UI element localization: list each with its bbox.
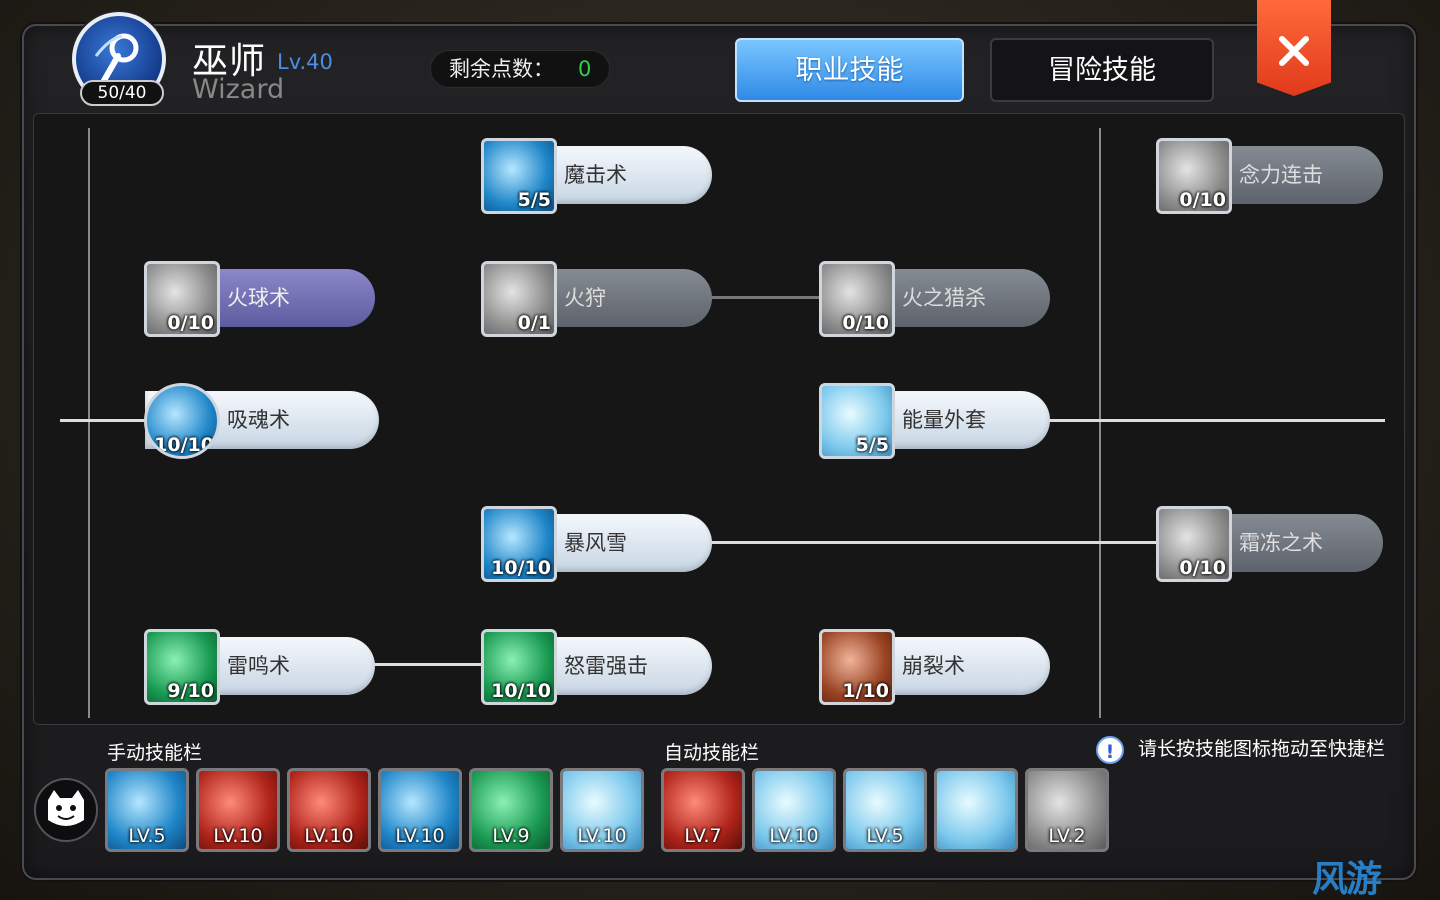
- thunder-icon[interactable]: 9/10: [144, 629, 220, 705]
- skill-level: 1/10: [842, 680, 889, 702]
- slot-level: LV.10: [304, 825, 354, 847]
- frost-icon[interactable]: 0/10: [1156, 506, 1232, 582]
- skill-name: 怒雷强击: [564, 654, 648, 678]
- game-stage: 50/40 巫师 Lv.40 Wizard 剩余点数： 0 职业技能 冒险技能 魔…: [0, 0, 1440, 900]
- fire-hunt-icon[interactable]: 0/1: [481, 261, 557, 337]
- skill-name: 崩裂术: [902, 654, 965, 678]
- skill-level: 0/10: [167, 312, 214, 334]
- hint-text: 请长按技能图标拖动至快捷栏: [1138, 738, 1386, 760]
- tree-connector: [700, 541, 1170, 544]
- points-label: 剩余点数：: [449, 57, 554, 81]
- auto-slot-heal[interactable]: LV.2: [1025, 768, 1109, 852]
- avatar-count: 50/40: [80, 80, 164, 106]
- skill-name: 雷鸣术: [227, 654, 290, 678]
- slot-level: LV.10: [769, 825, 819, 847]
- skill-level: 0/1: [517, 312, 551, 334]
- info-icon: !: [1096, 735, 1124, 764]
- magic-strike-icon[interactable]: 5/5: [481, 138, 557, 214]
- skill-name: 火球术: [227, 286, 290, 310]
- remaining-points: 剩余点数： 0: [430, 50, 610, 88]
- tree-connector: [1045, 419, 1385, 422]
- skill-level: 10/10: [491, 557, 551, 579]
- psychic-combo-icon[interactable]: 0/10: [1156, 138, 1232, 214]
- tree-connector: [365, 663, 495, 666]
- close-button[interactable]: [1257, 0, 1331, 96]
- skill-name: 火狩: [564, 286, 606, 310]
- manual-slot-fire-wave[interactable]: LV.10: [287, 768, 371, 852]
- skill-level: 0/10: [842, 312, 889, 334]
- auto-slot-aura[interactable]: LV.10: [752, 768, 836, 852]
- fireball-icon[interactable]: 0/10: [144, 261, 220, 337]
- manual-slot-magic-strike[interactable]: LV.5: [105, 768, 189, 852]
- manual-slot-ice-lance[interactable]: LV.10: [378, 768, 462, 852]
- skill-level: 0/10: [1179, 189, 1226, 211]
- skill-name: 霜冻之术: [1239, 531, 1323, 555]
- drag-hint: ! 请长按技能图标拖动至快捷栏: [1096, 734, 1385, 764]
- skill-name: 能量外套: [902, 408, 986, 432]
- blizzard-icon[interactable]: 10/10: [481, 506, 557, 582]
- tree-connector: [700, 296, 830, 299]
- site-watermark: 风游: [1312, 859, 1382, 900]
- skill-name: 火之猎杀: [902, 286, 986, 310]
- skill-name: 魔击术: [564, 163, 627, 187]
- skill-name: 吸魂术: [227, 408, 290, 432]
- slot-level: LV.7: [684, 825, 722, 847]
- skill-level: 9/10: [167, 680, 214, 702]
- auto-slot-energy-coat[interactable]: LV.5: [843, 768, 927, 852]
- slot-level: LV.10: [395, 825, 445, 847]
- skill-level: 10/10: [491, 680, 551, 702]
- slot-level: LV.9: [492, 825, 530, 847]
- slot-level: LV.10: [577, 825, 627, 847]
- class-level: Lv.40: [277, 50, 333, 74]
- crack-icon[interactable]: 1/10: [819, 629, 895, 705]
- close-x-icon: [1279, 36, 1309, 66]
- class-english-name: Wizard: [192, 74, 285, 105]
- manual-slot-fire-rend[interactable]: LV.10: [196, 768, 280, 852]
- tab-job-skills[interactable]: 职业技能: [735, 38, 964, 102]
- energy-coat-icon[interactable]: 5/5: [819, 383, 895, 459]
- pet-icon[interactable]: [34, 778, 98, 842]
- manual-bar-label: 手动技能栏: [107, 742, 203, 764]
- slot-level: LV.5: [128, 825, 166, 847]
- auto-bar-label: 自动技能栏: [664, 742, 760, 764]
- tree-column-divider: [1099, 128, 1101, 718]
- tab-adventure-skills[interactable]: 冒险技能: [990, 38, 1214, 102]
- manual-slot-thunder[interactable]: LV.9: [469, 768, 553, 852]
- tree-column-divider: [88, 128, 90, 718]
- skill-level: 10/10: [154, 434, 214, 456]
- slot-level: LV.2: [1048, 825, 1086, 847]
- thunder-strike-icon[interactable]: 10/10: [481, 629, 557, 705]
- skill-name: 暴风雪: [564, 531, 627, 555]
- points-value: 0: [578, 57, 592, 81]
- manual-slot-energy[interactable]: LV.10: [560, 768, 644, 852]
- skill-level: 5/5: [517, 189, 551, 211]
- soul-drain-icon[interactable]: 10/10: [144, 383, 220, 459]
- auto-slot-meteor[interactable]: LV.7: [661, 768, 745, 852]
- skill-level: 5/5: [855, 434, 889, 456]
- slot-level: LV.10: [213, 825, 263, 847]
- skill-name: 念力连击: [1239, 163, 1323, 187]
- fire-slaughter-icon[interactable]: 0/10: [819, 261, 895, 337]
- slot-level: LV.5: [866, 825, 904, 847]
- auto-slot-sword[interactable]: [934, 768, 1018, 852]
- skill-level: 0/10: [1179, 557, 1226, 579]
